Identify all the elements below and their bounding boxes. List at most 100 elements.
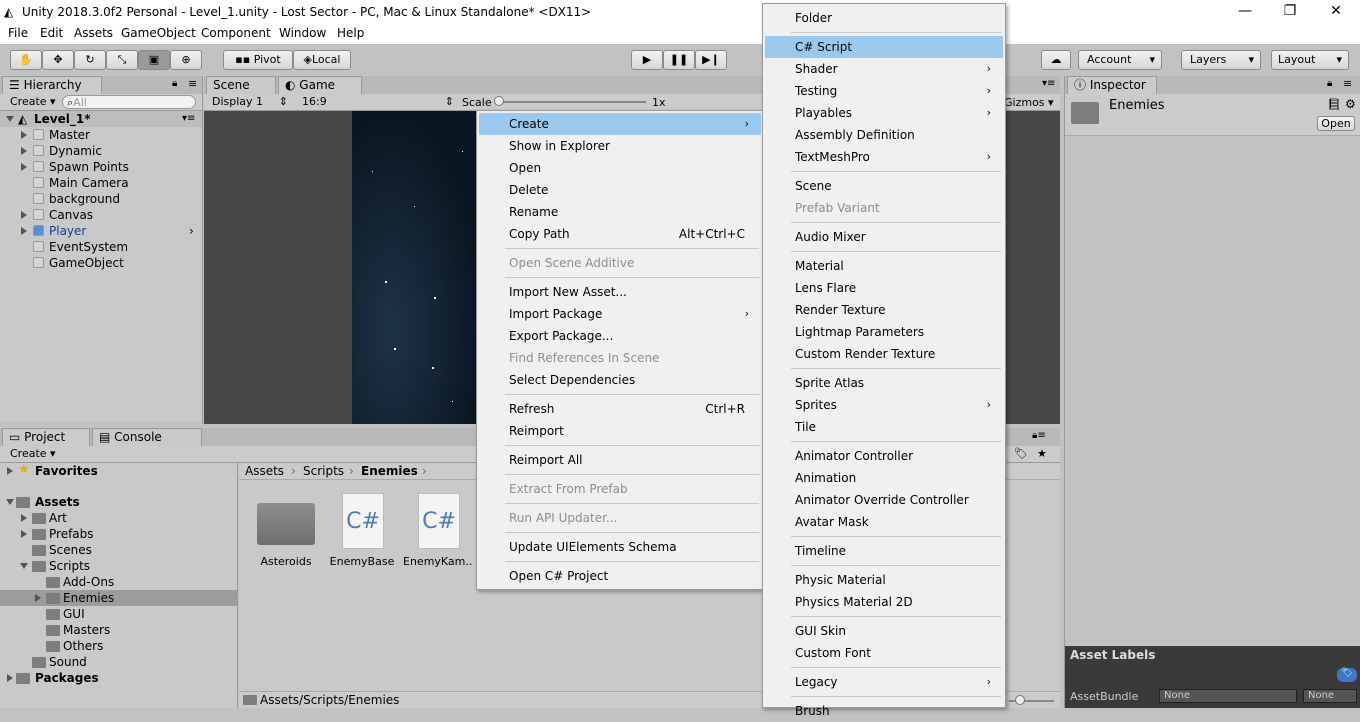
menu-item-brush[interactable]: Brush [765, 700, 1003, 722]
minimize-button[interactable]: — [1230, 3, 1260, 19]
asset-asteroids-folder[interactable] [257, 497, 315, 545]
menu-item-import-new-asset[interactable]: Import New Asset... [479, 281, 761, 303]
project-folder-add-ons[interactable]: Add-Ons [0, 574, 238, 590]
menu-item-create[interactable]: Create › [479, 113, 761, 135]
project-folder-art[interactable]: Art [0, 510, 238, 526]
scene-root-row[interactable]: ◭ Level_1* ▾≡ [0, 111, 202, 127]
csharp-script-icon[interactable]: C# [418, 493, 460, 549]
menu-assets[interactable]: Assets [74, 26, 113, 40]
lock-icon[interactable]: 🔒︎ [1327, 78, 1332, 89]
menu-item-render-texture[interactable]: Render Texture [765, 299, 1003, 321]
hierarchy-item-gameobject[interactable]: GameObject [0, 255, 202, 271]
play-button[interactable]: ▶ [631, 50, 663, 70]
project-folder-scripts[interactable]: Scripts [0, 558, 238, 574]
project-folder-sound[interactable]: Sound [0, 654, 238, 670]
expand-arrow-icon[interactable] [21, 147, 27, 155]
menu-item-physic-material[interactable]: Physic Material [765, 569, 1003, 591]
scene-menu-icon[interactable]: ▾≡ [182, 111, 195, 127]
menu-file[interactable]: File [8, 26, 28, 40]
menu-item-testing[interactable]: Testing › [765, 80, 1003, 102]
menu-item-delete[interactable]: Delete [479, 179, 761, 201]
breadcrumb-assets[interactable]: Assets [245, 464, 284, 478]
hierarchy-item-canvas[interactable]: Canvas [0, 207, 202, 223]
menu-item-open[interactable]: Open [479, 157, 761, 179]
menu-item-timeline[interactable]: Timeline [765, 540, 1003, 562]
menu-window[interactable]: Window [279, 26, 326, 40]
menu-item-tile[interactable]: Tile [765, 416, 1003, 438]
menu-item-sprite-atlas[interactable]: Sprite Atlas [765, 372, 1003, 394]
menu-item-lens-flare[interactable]: Lens Flare [765, 277, 1003, 299]
menu-item-sprites[interactable]: Sprites › [765, 394, 1003, 416]
expand-arrow-icon[interactable] [21, 530, 27, 538]
menu-item-reimport-all[interactable]: Reimport All [479, 449, 761, 471]
help-icon[interactable]: 📘︎ [1327, 98, 1341, 111]
hierarchy-item-dynamic[interactable]: Dynamic [0, 143, 202, 159]
hand-tool-icon[interactable]: ✋ [10, 50, 42, 70]
rotate-tool-icon[interactable]: ↻ [74, 50, 106, 70]
move-tool-icon[interactable]: ✥ [42, 50, 74, 70]
menu-edit[interactable]: Edit [40, 26, 63, 40]
menu-item-shader[interactable]: Shader › [765, 58, 1003, 80]
assetbundle-variant-dropdown[interactable]: None [1303, 689, 1357, 703]
open-button[interactable]: Open [1317, 116, 1355, 131]
project-folder-prefabs[interactable]: Prefabs [0, 526, 238, 542]
label-tag-icon[interactable]: 🏷︎ [1337, 668, 1357, 682]
menu-item-lightmap-parameters[interactable]: Lightmap Parameters [765, 321, 1003, 343]
menu-item-c-script[interactable]: C# Script [765, 36, 1003, 58]
menu-item-custom-render-texture[interactable]: Custom Render Texture [765, 343, 1003, 365]
hierarchy-item-background[interactable]: background [0, 191, 202, 207]
lock-icon[interactable]: 🔒︎≡ [1032, 430, 1046, 441]
scale-slider-thumb[interactable] [494, 96, 504, 106]
assetbundle-dropdown[interactable]: None [1159, 689, 1297, 703]
cloud-button[interactable]: ☁ [1041, 50, 1071, 70]
menu-item-export-package[interactable]: Export Package... [479, 325, 761, 347]
aspect-dropdown[interactable]: 16:9 ⇕ [298, 95, 456, 109]
favorites-row[interactable]: ★ Favorites [0, 462, 238, 479]
account-dropdown[interactable]: Account ▾ [1078, 50, 1162, 70]
menu-item-gui-skin[interactable]: GUI Skin [765, 620, 1003, 642]
packages-row[interactable]: Packages [0, 670, 238, 686]
tab-hierarchy[interactable]: ☰ Hierarchy [2, 76, 102, 94]
expand-arrow-icon[interactable] [21, 131, 27, 139]
project-folder-gui[interactable]: GUI [0, 606, 238, 622]
menu-item-import-package[interactable]: Import Package › [479, 303, 761, 325]
menu-item-animation[interactable]: Animation [765, 467, 1003, 489]
menu-help[interactable]: Help [337, 26, 364, 40]
menu-item-audio-mixer[interactable]: Audio Mixer [765, 226, 1003, 248]
tab-inspector[interactable]: ⓘ Inspector [1067, 76, 1157, 94]
lock-icon[interactable]: 🔒︎ [172, 78, 177, 89]
csharp-script-icon[interactable]: C# [342, 493, 384, 549]
expand-arrow-icon[interactable] [21, 227, 27, 235]
panel-menu-icon[interactable]: ≡ [188, 77, 197, 90]
step-button[interactable]: ▶❙ [695, 50, 727, 70]
menu-item-select-dependencies[interactable]: Select Dependencies [479, 369, 761, 391]
layout-dropdown[interactable]: Layout ▾ [1271, 50, 1349, 70]
menu-item-animator-override-controller[interactable]: Animator Override Controller [765, 489, 1003, 511]
menu-item-open-c-project[interactable]: Open C# Project [479, 565, 761, 587]
breadcrumb-enemies[interactable]: Enemies [361, 464, 418, 478]
project-folder-enemies[interactable]: Enemies [0, 590, 238, 606]
panel-menu-icon[interactable]: ≡ [1343, 77, 1352, 90]
expand-arrow-icon[interactable] [20, 563, 28, 569]
menu-item-reimport[interactable]: Reimport [479, 420, 761, 442]
layers-dropdown[interactable]: Layers ▾ [1181, 50, 1261, 70]
transform-tool-icon[interactable]: ⊕ [170, 50, 202, 70]
hierarchy-item-spawn-points[interactable]: Spawn Points [0, 159, 202, 175]
expand-arrow-icon[interactable] [35, 594, 41, 602]
expand-arrow-icon[interactable] [21, 163, 27, 171]
project-create-button[interactable]: Create ▾ [6, 447, 60, 461]
tab-game[interactable]: ◐ Game [278, 76, 362, 94]
assets-root-row[interactable]: Assets [0, 494, 238, 510]
gizmos-dropdown[interactable]: Gizmos ▾ [1004, 96, 1054, 109]
hierarchy-item-eventsystem[interactable]: EventSystem [0, 239, 202, 255]
tab-console[interactable]: ▤ Console [92, 428, 202, 446]
panel-menu-icon[interactable]: ▾≡ [1042, 78, 1055, 89]
rect-tool-icon[interactable]: ▣ [138, 50, 170, 70]
menu-item-avatar-mask[interactable]: Avatar Mask [765, 511, 1003, 533]
menu-item-update-uielements-schema[interactable]: Update UIElements Schema [479, 536, 761, 558]
chevron-right-icon[interactable]: › [189, 223, 194, 239]
hierarchy-create-button[interactable]: Create ▾ [6, 95, 60, 109]
menu-gameobject[interactable]: GameObject [121, 26, 196, 40]
pause-button[interactable]: ❚❚ [663, 50, 695, 70]
close-button[interactable]: ✕ [1321, 3, 1351, 19]
